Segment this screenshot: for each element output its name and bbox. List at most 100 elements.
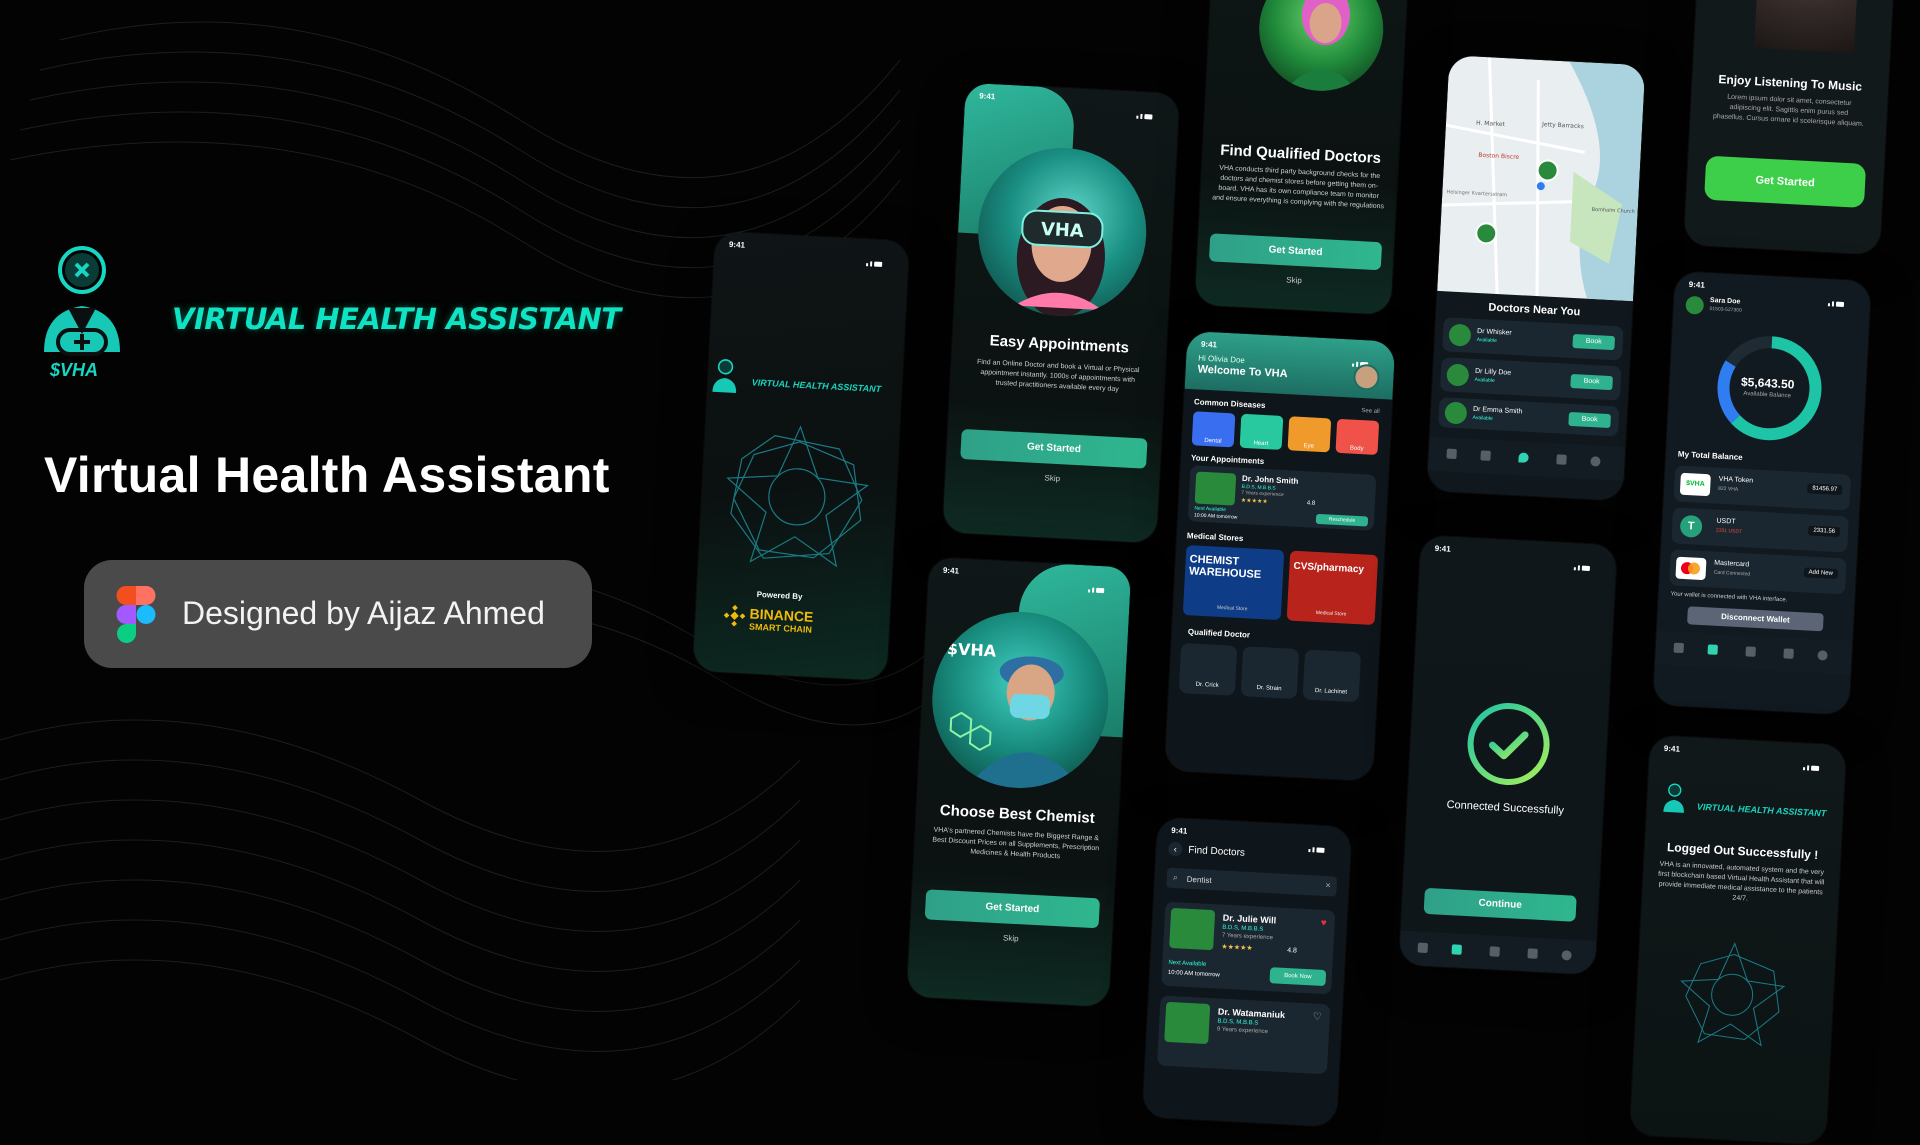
see-all-link[interactable]: See all xyxy=(1361,408,1380,415)
music-get-started-button[interactable]: Get Started xyxy=(1704,155,1867,208)
doctor-avatar xyxy=(1164,1001,1211,1045)
token-value: $1456.97 xyxy=(1807,483,1843,496)
favorite-heart-icon[interactable]: ♡ xyxy=(1312,1012,1322,1023)
rating-value: 4.8 xyxy=(1306,500,1316,507)
status-icons xyxy=(1307,834,1337,853)
home-icon[interactable] xyxy=(1446,448,1457,460)
map-label: H. Market xyxy=(1476,120,1506,129)
clear-icon[interactable]: × xyxy=(1325,880,1331,890)
vr-headset-badge: VHA xyxy=(1040,219,1084,242)
doctor-avatar xyxy=(1194,471,1237,506)
shop-icon[interactable] xyxy=(1480,450,1491,461)
profile-icon[interactable] xyxy=(1817,650,1828,661)
disease-heart[interactable]: Heart xyxy=(1239,413,1284,450)
cart-icon[interactable] xyxy=(1527,948,1538,959)
bottom-nav xyxy=(1427,436,1626,481)
phone-onboard-appointments: 9:41 VHA Easy Appointments Find an Onlin… xyxy=(942,82,1180,544)
designer-credit: Designed by Aijaz Ahmed xyxy=(182,595,545,631)
cart-icon[interactable] xyxy=(1556,454,1567,465)
location-icon[interactable] xyxy=(1489,946,1500,957)
binance-icon xyxy=(723,604,746,627)
shop-icon[interactable] xyxy=(1707,644,1718,655)
disconnect-wallet-button[interactable]: Disconnect Wallet xyxy=(1687,606,1824,632)
shop-icon[interactable] xyxy=(1451,944,1463,955)
disease-dental[interactable]: Dental xyxy=(1191,411,1236,448)
book-button[interactable]: Book xyxy=(1570,373,1613,391)
cart-icon[interactable] xyxy=(1783,648,1794,659)
user-name: Sara Doe xyxy=(1709,297,1741,306)
appointment-card[interactable]: Dr. John Smith B.D.S, M.B.B.S 7 Years ex… xyxy=(1187,465,1377,531)
get-started-button[interactable]: Get Started xyxy=(960,428,1148,469)
doctor-result-card[interactable]: Dr. Julie Will B.D.S, M.B.B.S 7 Years ex… xyxy=(1161,901,1336,995)
skip-link[interactable]: Skip xyxy=(1196,271,1392,290)
phone-wallet: 9:41 Sara Doe 01503-527300 $5,643.50 Ava… xyxy=(1652,271,1872,715)
nearby-doctor-row[interactable]: Dr Whisker Available Book xyxy=(1442,317,1624,361)
map-view[interactable]: H. Market Jetty Barracks Boston Biscre H… xyxy=(1437,55,1646,302)
doctor-status: Available xyxy=(1474,376,1495,384)
disease-eye[interactable]: Eye xyxy=(1287,416,1332,453)
logout-brand: VIRTUAL HEALTH ASSISTANT xyxy=(1696,801,1827,819)
location-icon[interactable] xyxy=(1518,452,1529,463)
status-icons xyxy=(1135,101,1165,120)
token-row[interactable]: Mastercard Card Connected Add New xyxy=(1669,549,1847,595)
doctor-name: Dr Emma Smith xyxy=(1472,405,1523,416)
doctor-status: Available xyxy=(1476,336,1498,345)
skip-link[interactable]: Skip xyxy=(910,929,1112,949)
doctor-mini-card[interactable]: Dr. Crick xyxy=(1178,642,1238,696)
profile-icon[interactable] xyxy=(1590,456,1601,467)
store-name: CHEMIST WAREHOUSE xyxy=(1188,553,1262,582)
doctor-mini-card[interactable]: Dr. Strain xyxy=(1240,646,1300,700)
status-icons xyxy=(1572,552,1602,572)
phone-map: H. Market Jetty Barracks Boston Biscre H… xyxy=(1426,55,1646,501)
token-row[interactable]: $VHA VHA Token 822 VHA $1456.97 xyxy=(1673,465,1852,511)
home-icon[interactable] xyxy=(1417,942,1429,954)
nearby-doctor-row[interactable]: Dr Emma Smith Available Book xyxy=(1438,397,1620,437)
profile-icon[interactable] xyxy=(1561,950,1572,961)
disease-label: Dental xyxy=(1204,437,1222,445)
phone-splash: 9:41 VIRTUAL HEALTH ASSISTANT Powered By… xyxy=(692,231,910,681)
status-time: 9:41 xyxy=(942,565,960,576)
store-card-chemist[interactable]: CHEMIST WAREHOUSE Medical Store xyxy=(1182,545,1285,621)
user-avatar[interactable] xyxy=(1685,295,1705,315)
add-new-button[interactable]: Add New xyxy=(1803,567,1839,580)
skip-link[interactable]: Skip xyxy=(945,468,1159,488)
continue-button[interactable]: Continue xyxy=(1423,887,1577,922)
music-hero-image xyxy=(1754,0,1865,54)
store-name: CVS/pharmacy xyxy=(1293,560,1365,576)
doctor-avatar xyxy=(1448,323,1472,347)
wallet-note: Your wallet is connected with VHA interf… xyxy=(1670,591,1788,604)
map-label: Jetty Barracks xyxy=(1541,121,1584,130)
search-input[interactable]: ⌕ Dentist × xyxy=(1166,867,1338,897)
doctor-mini-card[interactable]: Dr. Lachinet xyxy=(1302,649,1362,703)
onboard-description: VHA conducts third party background chec… xyxy=(1212,164,1385,211)
back-arrow-icon[interactable]: ‹ xyxy=(1167,841,1183,857)
phone-onboard-chemist: 9:41 $VHA Choose Best Chemist VHA's part… xyxy=(906,557,1132,1007)
get-started-button[interactable]: Get Started xyxy=(924,889,1101,929)
doctor-avatar xyxy=(1169,907,1216,951)
token-row[interactable]: T USDT 2331 USDT 2331.56 xyxy=(1671,507,1849,553)
next-time: 10:00 AM tomorrow xyxy=(1167,969,1220,979)
page-title: Virtual Health Assistant xyxy=(44,447,610,503)
disease-label: Body xyxy=(1349,445,1364,453)
status-time: 9:41 xyxy=(1688,279,1706,290)
mastercard-icon xyxy=(1675,556,1707,581)
doctor-avatar xyxy=(1446,363,1470,387)
doctor-result-card[interactable]: Dr. Watamaniuk B.D.S, M.B.B.S 9 Years ex… xyxy=(1156,995,1331,1075)
store-card-cvs[interactable]: CVS/pharmacy Medical Store xyxy=(1286,550,1379,626)
powered-by-label: Powered By xyxy=(756,589,803,602)
book-button[interactable]: Book xyxy=(1568,411,1611,429)
vha-token-icon: $VHA xyxy=(1679,472,1711,497)
reschedule-button[interactable]: Reschedule xyxy=(1315,513,1369,527)
doctor-avatar xyxy=(1444,401,1468,425)
home-icon[interactable] xyxy=(1673,642,1685,654)
get-started-button[interactable]: Get Started xyxy=(1208,233,1383,271)
token-sub: 2331 USDT xyxy=(1715,527,1743,536)
location-icon[interactable] xyxy=(1745,646,1756,657)
disease-body[interactable]: Body xyxy=(1335,418,1380,455)
search-icon: ⌕ xyxy=(1172,871,1179,883)
nearby-doctor-row[interactable]: Dr Lilly Doe Available Book xyxy=(1439,357,1622,401)
phone-music: Enjoy Listening To Music Lorem ipsum dol… xyxy=(1683,0,1901,255)
book-now-button[interactable]: Book Now xyxy=(1269,967,1327,987)
book-button[interactable]: Book xyxy=(1572,334,1616,351)
favorite-heart-icon[interactable]: ♥ xyxy=(1320,918,1327,929)
